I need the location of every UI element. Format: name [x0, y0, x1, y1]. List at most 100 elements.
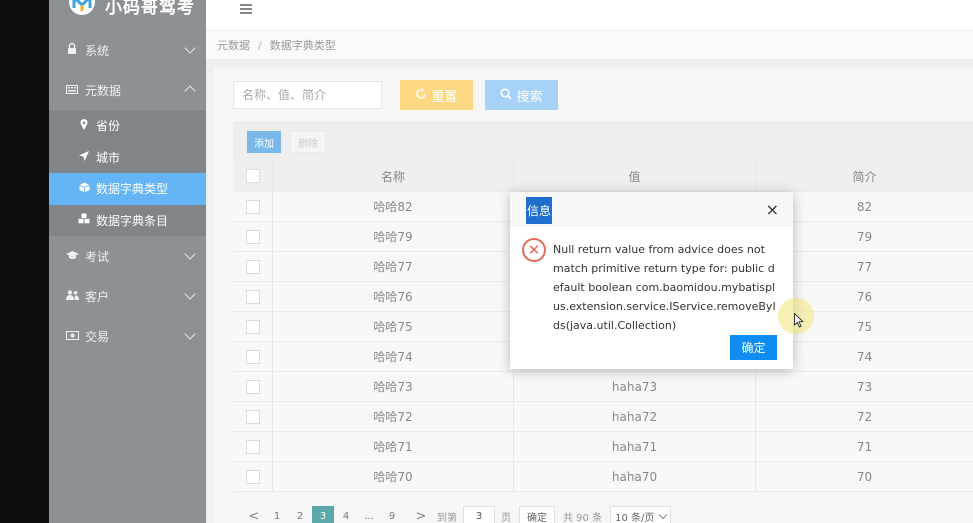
row-checkbox[interactable] — [245, 409, 260, 424]
sidebar-item-city[interactable]: 城市 — [49, 142, 206, 174]
cube-icon — [77, 182, 91, 196]
cubes-icon — [77, 213, 91, 227]
cell-name: 哈哈72 — [273, 402, 514, 431]
row-checkbox[interactable] — [245, 199, 260, 214]
cell-value: haha70 — [514, 462, 756, 491]
goto-label: 到第 — [437, 512, 457, 523]
prev-page-button[interactable]: < — [243, 506, 265, 523]
row-select-cell — [233, 462, 273, 491]
menu-metadata[interactable]: 元数据 — [49, 70, 206, 110]
table-row[interactable]: 哈哈72 haha72 72 — [233, 402, 973, 432]
column-header-intro[interactable]: 简介 — [756, 161, 973, 191]
map-marker-icon — [77, 118, 91, 133]
cell-value: haha72 — [514, 402, 756, 431]
breadcrumb-separator: / — [258, 38, 262, 52]
row-checkbox[interactable] — [245, 379, 260, 394]
reset-button[interactable]: 重置 — [400, 80, 473, 110]
menu-exam[interactable]: 考试 — [49, 236, 206, 276]
table-row[interactable]: 哈哈70 haha70 70 — [233, 462, 973, 492]
refresh-icon — [415, 88, 427, 103]
pagination: < 1 2 3 4 ... 9 > 到第 页 确定 共 90 条 10 条/页 — [233, 501, 973, 523]
page-ellipsis: ... — [364, 510, 374, 522]
users-icon — [65, 289, 79, 303]
total-count: 共 90 条 — [563, 512, 603, 523]
error-circle-icon: ✕ — [522, 238, 546, 262]
cell-intro: 70 — [856, 469, 873, 484]
table-row[interactable]: 哈哈73 haha73 73 — [233, 372, 973, 402]
goto-page-input[interactable] — [463, 506, 495, 523]
cell-name: 哈哈79 — [273, 222, 514, 251]
cell-name: 哈哈76 — [273, 282, 514, 311]
table-header-row: 名称 值 简介 — [233, 161, 973, 192]
next-page-button[interactable]: > — [410, 506, 432, 523]
cell-value: haha71 — [514, 432, 756, 461]
row-select-cell — [233, 432, 273, 461]
row-checkbox[interactable] — [245, 439, 260, 454]
column-header-value[interactable]: 值 — [514, 161, 756, 191]
select-all-cell — [233, 161, 273, 191]
sidebar-item-label: 城市 — [96, 150, 121, 165]
row-select-cell — [233, 222, 273, 251]
dialog-title: 信息 — [526, 197, 553, 224]
menu-system[interactable]: 系统 — [49, 30, 206, 70]
dialog-header: 信息 × — [510, 192, 793, 226]
cell-name: 哈哈73 — [273, 372, 514, 401]
logo-icon — [69, 0, 95, 15]
cell-name: 哈哈74 — [273, 342, 514, 371]
cell-intro: 71 — [856, 439, 873, 454]
desktop-edge — [0, 0, 49, 523]
row-checkbox[interactable] — [245, 469, 260, 484]
keyboard-icon — [65, 84, 79, 97]
chevron-down-icon — [184, 248, 196, 260]
select-all-checkbox[interactable] — [245, 169, 260, 183]
sidebar-item-dict-entry[interactable]: 数据字典条目 — [49, 205, 206, 237]
row-checkbox[interactable] — [245, 319, 260, 334]
menu-label: 元数据 — [85, 83, 122, 98]
sidebar: 小码哥驾考 系统 元数据 省份 城市 数据字典类型 数据字典条目 考试 客户 交… — [49, 0, 206, 523]
menu-label: 考试 — [85, 249, 110, 264]
page-9[interactable]: 9 — [381, 506, 403, 523]
cell-name: 哈哈75 — [273, 312, 514, 341]
chevron-down-icon — [659, 510, 668, 519]
page-unit-label: 页 — [501, 512, 511, 523]
dialog-message: Null return value from advice does not m… — [553, 243, 776, 332]
cell-name: 哈哈82 — [273, 192, 514, 221]
search-button[interactable]: 搜索 — [485, 80, 558, 110]
money-icon — [65, 330, 79, 343]
search-input[interactable] — [233, 81, 382, 109]
sidebar-item-dict-type[interactable]: 数据字典类型 — [49, 173, 206, 205]
lock-icon — [65, 42, 79, 57]
add-button[interactable]: 添加 — [247, 131, 281, 153]
sidebar-item-province[interactable]: 省份 — [49, 110, 206, 142]
page-size-select[interactable]: 10 条/页 — [610, 506, 672, 523]
row-select-cell — [233, 312, 273, 341]
dialog-ok-button[interactable]: 确定 — [730, 335, 777, 360]
row-checkbox[interactable] — [245, 229, 260, 244]
page-1[interactable]: 1 — [266, 506, 288, 523]
cell-name: 哈哈71 — [273, 432, 514, 461]
row-select-cell — [233, 192, 273, 221]
sidebar-item-label: 省份 — [96, 119, 121, 134]
page-2[interactable]: 2 — [289, 506, 311, 523]
menu-toggle-icon[interactable] — [240, 4, 252, 16]
cell-value: haha73 — [514, 372, 756, 401]
mouse-cursor-icon — [794, 313, 804, 328]
row-checkbox[interactable] — [245, 259, 260, 274]
goto-confirm-button[interactable]: 确定 — [519, 506, 555, 523]
breadcrumb-item[interactable]: 元数据 — [217, 37, 250, 53]
page-3-current[interactable]: 3 — [312, 506, 334, 523]
sidebar-item-label: 数据字典类型 — [96, 182, 169, 197]
row-select-cell — [233, 372, 273, 401]
row-checkbox[interactable] — [245, 289, 260, 304]
column-header-name[interactable]: 名称 — [273, 161, 514, 191]
breadcrumb: 元数据 / 数据字典类型 — [206, 31, 973, 60]
close-icon[interactable]: × — [766, 200, 779, 219]
delete-button[interactable]: 删除 — [290, 131, 326, 153]
menu-customer[interactable]: 客户 — [49, 276, 206, 316]
menu-trade[interactable]: 交易 — [49, 316, 206, 356]
page-4[interactable]: 4 — [335, 506, 357, 523]
row-select-cell — [233, 342, 273, 371]
row-checkbox[interactable] — [245, 349, 260, 364]
menu-label: 系统 — [85, 43, 110, 58]
table-row[interactable]: 哈哈71 haha71 71 — [233, 432, 973, 462]
